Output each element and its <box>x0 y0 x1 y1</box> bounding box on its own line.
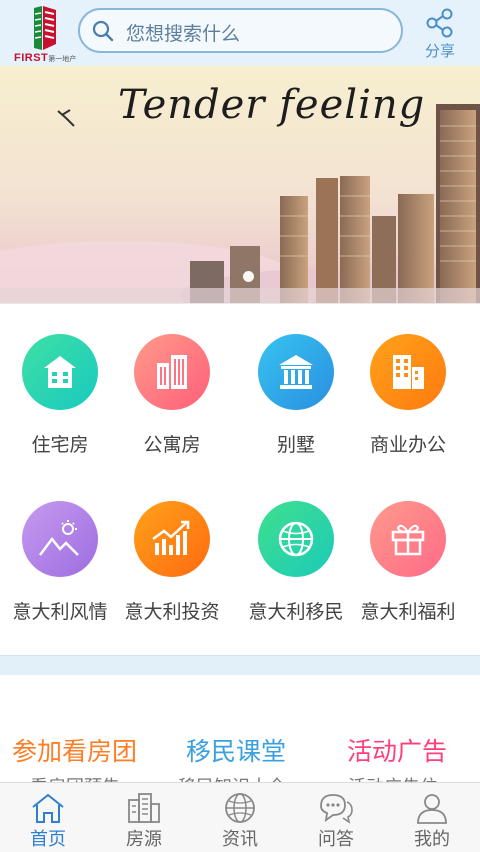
apartment-icon <box>157 355 187 389</box>
logo-subtext: 第一地产 <box>48 56 77 63</box>
category-circle <box>258 501 334 577</box>
link-label: 移民课堂 <box>186 737 287 766</box>
category-circle <box>22 501 98 577</box>
category-circle <box>134 501 210 577</box>
category-circle <box>134 334 210 410</box>
nav-label: 房源 <box>126 829 162 850</box>
top-bar: FIRST第一地产 您想搜索什么 分享 <box>0 0 480 66</box>
link-event-ads-sub: 活动广告位 <box>348 773 438 782</box>
globe-icon <box>278 521 314 557</box>
share-icon <box>426 8 453 38</box>
house-icon <box>44 356 76 388</box>
building-icon <box>128 793 160 823</box>
feature-links: 参加看房团 看房团预告 移民课堂 移民知识大全 活动广告 活动广告位 <box>0 675 480 782</box>
link-immigration-class-sub: 移民知识大全 <box>178 773 286 782</box>
category-italy-welfare[interactable]: 意大利福利 <box>348 471 468 623</box>
nav-listings[interactable]: 房源 <box>96 783 192 852</box>
link-label: 参加看房团 <box>12 737 138 766</box>
nav-home[interactable]: 首页 <box>0 783 96 852</box>
chat-icon <box>320 794 353 824</box>
nav-label: 问答 <box>318 829 354 850</box>
category-label: 商业办公 <box>369 434 446 456</box>
category-italy-style[interactable]: 意大利风情 <box>0 471 120 623</box>
category-grid: 住宅房 公寓房 别墅 商业办公 意大利风情 意大利投资 意大利移民 意大利福利 <box>0 303 480 655</box>
nav-profile[interactable]: 我的 <box>384 783 480 852</box>
nav-news[interactable]: 资讯 <box>192 783 288 852</box>
nav-qa[interactable]: 问答 <box>288 783 384 852</box>
user-icon <box>417 794 447 824</box>
category-italy-investment[interactable]: 意大利投资 <box>112 471 232 623</box>
category-label: 意大利移民 <box>248 601 344 623</box>
category-villa[interactable]: 别墅 <box>236 304 356 456</box>
section-divider <box>0 655 480 675</box>
nav-label: 首页 <box>30 829 66 850</box>
landscape-icon <box>39 520 79 556</box>
category-residential[interactable]: 住宅房 <box>0 304 120 456</box>
search-placeholder: 您想搜索什么 <box>126 23 241 45</box>
logo-name: FIRST <box>14 52 49 64</box>
category-circle <box>370 334 446 410</box>
carousel-dot-active[interactable] <box>243 271 254 282</box>
category-label: 意大利风情 <box>12 601 108 623</box>
category-label: 意大利投资 <box>124 601 220 623</box>
investment-chart-icon <box>152 520 190 555</box>
promo-banner[interactable]: Tender feeling <box>0 66 480 303</box>
search-icon <box>92 20 114 42</box>
category-label: 公寓房 <box>143 434 201 456</box>
banner-title: Tender feeling <box>118 82 426 128</box>
office-icon <box>393 355 424 389</box>
carousel-indicator[interactable] <box>243 271 254 282</box>
category-circle <box>370 501 446 577</box>
bottom-nav: 首页 房源 资讯 问答 我的 <box>0 782 480 852</box>
brand-logo[interactable]: FIRST第一地产 <box>12 4 78 64</box>
logo-mark-icon <box>34 6 56 50</box>
link-house-tour[interactable]: 参加看房团 <box>12 732 137 768</box>
share-button[interactable]: 分享 <box>418 6 462 62</box>
category-label: 住宅房 <box>31 434 89 456</box>
gift-icon <box>391 524 425 556</box>
nav-label: 我的 <box>414 829 450 850</box>
globe-news-icon <box>225 793 255 823</box>
logo-text: FIRST第一地产 <box>14 52 84 64</box>
search-input[interactable]: 您想搜索什么 <box>78 8 403 53</box>
category-apartment[interactable]: 公寓房 <box>112 304 232 456</box>
villa-icon <box>279 355 313 389</box>
category-office[interactable]: 商业办公 <box>348 304 468 456</box>
link-event-ads[interactable]: 活动广告 <box>347 732 447 768</box>
category-label: 别墅 <box>276 434 315 456</box>
category-label: 意大利福利 <box>360 601 456 623</box>
link-house-tour-sub: 看房团预告 <box>30 773 120 782</box>
category-circle <box>22 334 98 410</box>
link-label: 活动广告 <box>347 737 448 766</box>
home-icon <box>32 793 64 823</box>
nav-label: 资讯 <box>222 829 258 850</box>
share-label: 分享 <box>424 42 455 60</box>
category-circle <box>258 334 334 410</box>
category-italy-immigration[interactable]: 意大利移民 <box>236 471 356 623</box>
link-immigration-class[interactable]: 移民课堂 <box>186 732 286 768</box>
